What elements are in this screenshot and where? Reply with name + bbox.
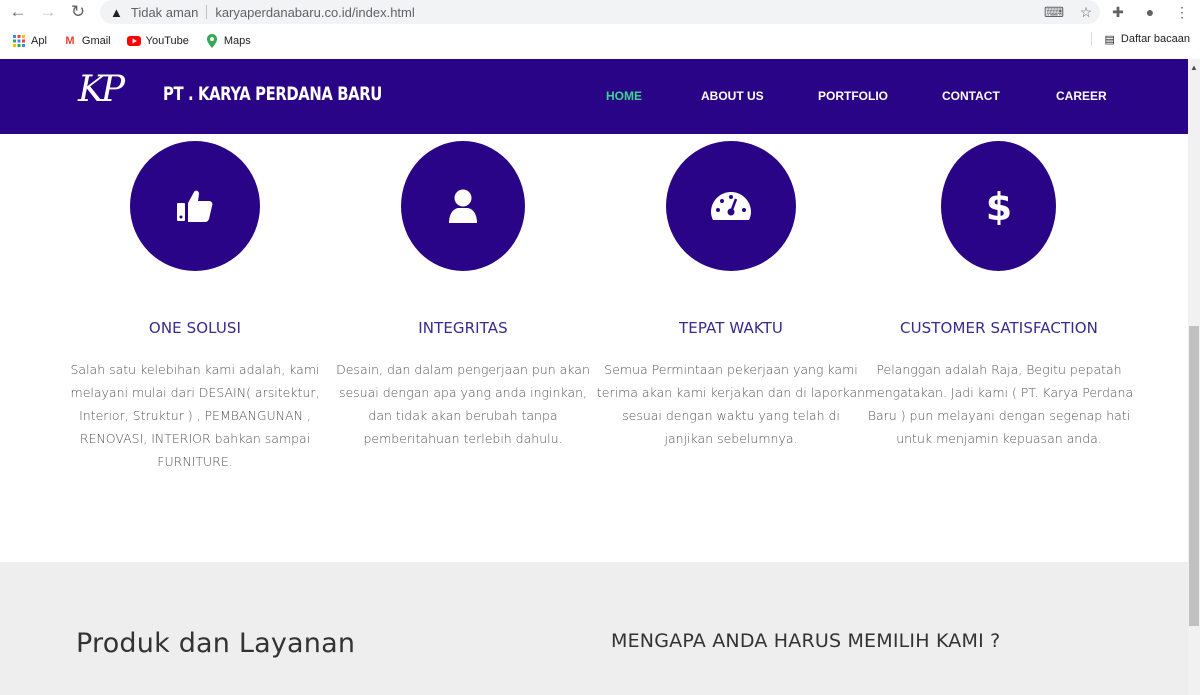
bookmarks-divider [1091, 32, 1093, 46]
nav-career[interactable]: CAREER [1056, 89, 1107, 103]
youtube-icon [126, 34, 141, 48]
bookmark-label: YouTube [145, 35, 189, 47]
gmail-icon: M [65, 35, 75, 47]
scroll-thumb[interactable] [1189, 326, 1199, 626]
feature-circle [666, 141, 796, 271]
browser-toolbar: ← → ↻ ▲ Tidak aman karyaperdanabaru.co.i… [0, 0, 1200, 24]
speedometer-icon [711, 192, 751, 220]
feature-title: INTEGRITAS [418, 319, 508, 337]
why-us-heading: MENGAPA ANDA HARUS MEMILIH KAMI ? [611, 630, 1001, 652]
bookmark-label: Gmail [81, 35, 111, 47]
feature-description: Pelanggan adalah Raja, Begitu pepatah me… [864, 362, 1134, 446]
feature-description: Semua Permintaan pekerjaan yang kami ter… [596, 362, 866, 446]
feature-circle [401, 141, 525, 271]
bookmark-label: Maps [223, 35, 251, 47]
translate-icon[interactable]: ⌨ [1044, 2, 1064, 22]
products-heading: Produk dan Layanan [76, 628, 356, 659]
reload-icon[interactable]: ↻ [68, 2, 88, 22]
nav-contact[interactable]: CONTACT [942, 89, 1000, 103]
reading-list-icon: ▤ [1104, 33, 1115, 46]
site-header: KP PT . KARYA PERDANA BARU HOME ABOUT US… [0, 59, 1188, 134]
feature-title: ONE SOLUSI [148, 319, 242, 337]
extensions-icon[interactable]: ✚ [1108, 2, 1128, 22]
user-icon [449, 189, 477, 223]
nav-home[interactable]: HOME [606, 89, 642, 103]
feature-circle: $ [941, 141, 1056, 271]
feature-circle [130, 141, 260, 271]
nav-about-us[interactable]: ABOUT US [701, 89, 764, 103]
bookmark-apl[interactable]: Apl [12, 34, 47, 48]
thumbs-up-icon [177, 190, 213, 222]
logo-mark[interactable]: KP [78, 69, 125, 110]
brand-name[interactable]: PT . KARYA PERDANA BARU [163, 83, 382, 105]
feature-description: Desain, dan dalam pengerjaan pun akan se… [336, 362, 590, 446]
scroll-up-icon[interactable]: ▲ [1190, 63, 1198, 72]
feature-description: Salah satu kelebihan kami adalah, kami m… [70, 362, 320, 469]
address-bar[interactable]: ▲ Tidak aman karyaperdanabaru.co.id/inde… [100, 0, 1100, 24]
page-scrollbar[interactable]: ▲ [1188, 59, 1200, 695]
bookmark-youtube[interactable]: YouTube [126, 34, 189, 48]
bookmarks-bar: Apl M Gmail YouTube Maps ▤ Daftar bacaan [0, 28, 1200, 54]
feature-title: CUSTOMER SATISFACTION [900, 319, 1098, 337]
insecure-label[interactable]: Tidak aman [131, 5, 198, 20]
reading-list-label: Daftar bacaan [1120, 33, 1190, 45]
star-icon[interactable]: ☆ [1076, 2, 1096, 22]
menu-icon[interactable]: ⋮ [1172, 2, 1192, 22]
nav-portfolio[interactable]: PORTFOLIO [818, 89, 888, 103]
bookmark-label: Apl [31, 35, 47, 47]
reading-list-button[interactable]: ▤ Daftar bacaan [1091, 32, 1190, 46]
bookmark-maps[interactable]: Maps [205, 34, 251, 48]
svg-text:$: $ [988, 187, 1010, 225]
apps-grid-icon [12, 34, 26, 48]
toolbar-actions: ⌨ ☆ ✚ ● ⋮ [1044, 2, 1192, 22]
bookmark-gmail[interactable]: M Gmail [63, 34, 111, 48]
back-icon[interactable]: ← [8, 2, 28, 22]
forward-icon[interactable]: → [38, 2, 58, 22]
maps-pin-icon [205, 34, 219, 48]
omnibox-divider [206, 5, 208, 19]
feature-title: TEPAT WAKTU [679, 319, 783, 337]
info-section: Produk dan Layanan MENGAPA ANDA HARUS ME… [0, 562, 1188, 695]
dollar-icon: $ [988, 187, 1010, 225]
url-text[interactable]: karyaperdanabaru.co.id/index.html [215, 5, 414, 20]
warning-icon[interactable]: ▲ [110, 5, 123, 20]
profile-icon[interactable]: ● [1140, 2, 1160, 22]
